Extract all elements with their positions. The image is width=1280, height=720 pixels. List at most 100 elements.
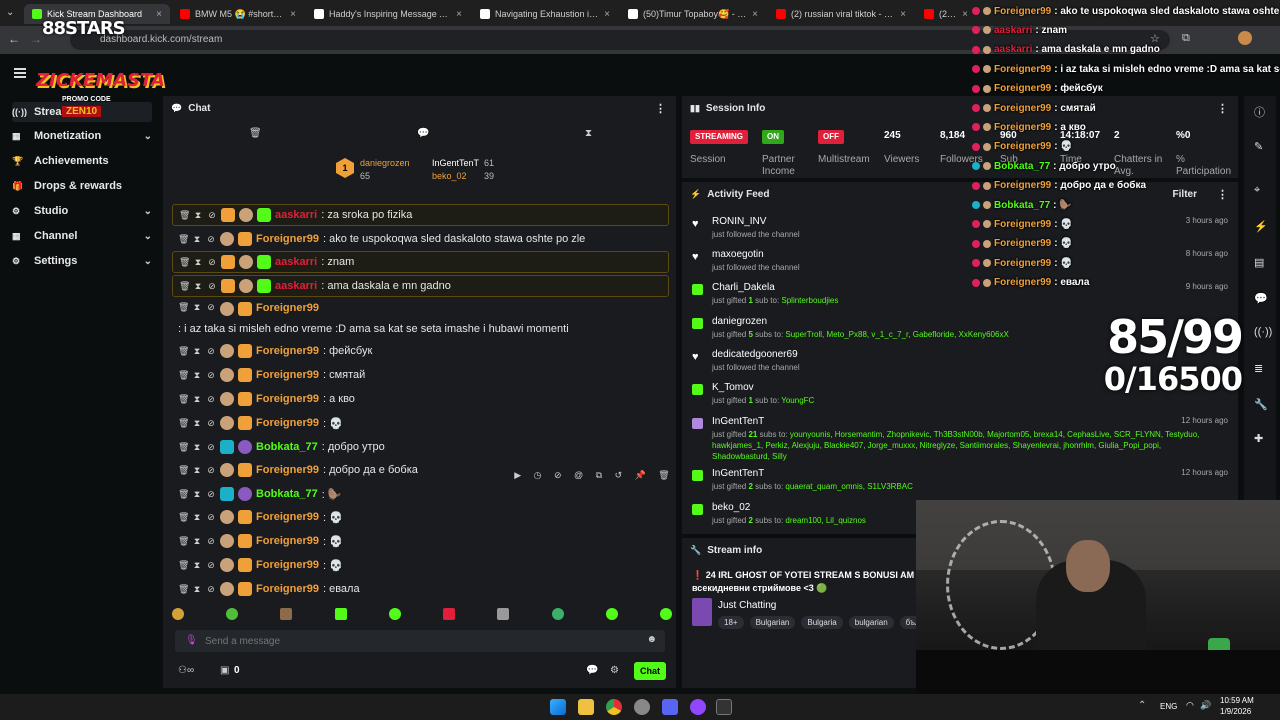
- delete-message-icon[interactable]: 🗑: [178, 370, 189, 380]
- feed-username[interactable]: RONIN_INV: [712, 216, 766, 227]
- activity-feed-item[interactable]: ♥ maxoegotin just followed the channel 8 ho…: [688, 249, 1228, 279]
- layers-icon[interactable]: ▤: [1254, 256, 1264, 269]
- chat-message[interactable]: 🗑 ⧗ ⊘ Foreigner99: 💀: [172, 530, 669, 552]
- clock-icon[interactable]: ◷: [534, 470, 542, 481]
- chat-message[interactable]: 🗑 ⧗ ⊘ aaskarri: ama daskala e mn gadno: [172, 275, 669, 297]
- activity-feed-item[interactable]: InGentTenT just gifted 2 subs to: quaerat…: [688, 468, 1228, 498]
- ban-icon[interactable]: ⊘: [206, 302, 216, 312]
- sidebar-item-monetization[interactable]: ▦ Monetization ⌄: [12, 126, 152, 146]
- ban-icon[interactable]: ⊘: [206, 512, 216, 522]
- ban-icon[interactable]: ⊘: [206, 394, 216, 404]
- chat-username[interactable]: Foreigner99: [256, 302, 319, 314]
- tab-close-icon[interactable]: ×: [290, 9, 296, 20]
- bolt-icon[interactable]: ⚡: [1254, 220, 1268, 233]
- chat-message[interactable]: 🗑 ⧗ ⊘ Bobkata_77: добро утро: [172, 436, 669, 458]
- stack-icon[interactable]: ≣: [1254, 362, 1263, 375]
- timeout-icon[interactable]: ⧗: [192, 442, 202, 452]
- tab-close-icon[interactable]: ×: [156, 9, 162, 20]
- chat-username[interactable]: Foreigner99: [256, 583, 319, 595]
- chat-message[interactable]: 🗑 ⧗ ⊘ Foreigner99: ako te uspokoqwa sled da…: [172, 228, 669, 250]
- delete-message-icon[interactable]: 🗑: [178, 512, 189, 522]
- profile-avatar[interactable]: [1238, 31, 1252, 45]
- delete-message-icon[interactable]: 🗑: [178, 418, 189, 428]
- back-icon[interactable]: ←: [8, 32, 20, 46]
- community-icon[interactable]: ⚇∞: [178, 665, 194, 676]
- chrome-icon[interactable]: [606, 699, 622, 715]
- discord-icon[interactable]: [662, 699, 678, 715]
- timeout-icon[interactable]: ⧗: [192, 394, 202, 404]
- timeout-icon[interactable]: ⧗: [192, 302, 202, 312]
- ban-icon[interactable]: ⊘: [206, 584, 216, 594]
- tab-close-icon[interactable]: ×: [962, 9, 968, 20]
- ban-icon[interactable]: ⊘: [206, 346, 216, 356]
- timeout-icon[interactable]: ⧗: [192, 418, 202, 428]
- unban-icon[interactable]: ⊘: [554, 470, 562, 481]
- sidebar-item-settings[interactable]: ⚙ Settings ⌄: [12, 251, 152, 271]
- tab-close-icon[interactable]: ×: [604, 9, 610, 20]
- clock-time[interactable]: 10:59 AM: [1220, 696, 1254, 705]
- emote-icon[interactable]: [388, 608, 401, 620]
- emote-icon[interactable]: [226, 608, 239, 620]
- play-icon[interactable]: ▶: [514, 470, 521, 481]
- delete-message-icon[interactable]: 🗑: [178, 442, 189, 452]
- chat-username[interactable]: Foreigner99: [256, 393, 319, 405]
- sidebar-item-studio[interactable]: ⚙ Studio ⌄: [12, 201, 152, 221]
- browser-tab[interactable]: (2) СВЕТА ×: [916, 4, 976, 24]
- ban-icon[interactable]: ⊘: [206, 489, 216, 499]
- chat-message[interactable]: 🗑 ⧗ ⊘ Foreigner99: фейсбук: [172, 340, 669, 362]
- wifi-icon[interactable]: ◠: [1186, 700, 1194, 711]
- chat-message[interactable]: 🗑 ⧗ ⊘ aaskarri: znam: [172, 251, 669, 273]
- broadcast-rail-icon[interactable]: ((·)): [1254, 326, 1272, 338]
- clock-date[interactable]: 1/9/2026: [1220, 707, 1251, 716]
- chat-message[interactable]: 🗑 ⧗ ⊘ Foreigner99: 💀: [172, 554, 669, 576]
- emote-icon[interactable]: [605, 608, 618, 620]
- feed-more-icon[interactable]: ⋮: [1217, 188, 1228, 201]
- browser-tab[interactable]: (2) russian viral tiktok - YouTub ×: [768, 4, 914, 24]
- emote-icon[interactable]: [497, 608, 510, 620]
- delete-message-icon[interactable]: 🗑: [179, 281, 190, 291]
- emote-icon[interactable]: [551, 608, 564, 620]
- feed-username[interactable]: K_Tomov: [712, 382, 754, 393]
- timeout-icon[interactable]: ⧗: [193, 257, 203, 267]
- chat-username[interactable]: Foreigner99: [256, 464, 319, 476]
- chat-username[interactable]: aaskarri: [275, 280, 317, 292]
- chat-message[interactable]: 🗑 ⧗ ⊘ Bobkata_77: 🦫: [172, 483, 669, 505]
- timeout-icon[interactable]: ⧗: [192, 536, 202, 546]
- delete-message-icon[interactable]: 🗑: [179, 210, 190, 220]
- pin-icon[interactable]: 📌: [635, 470, 646, 481]
- delete-message-icon[interactable]: 🗑: [178, 536, 189, 546]
- ban-icon[interactable]: ⊘: [207, 281, 217, 291]
- twitch-icon[interactable]: [690, 699, 706, 715]
- ban-icon[interactable]: ⊘: [206, 536, 216, 546]
- chat-more-icon[interactable]: ⋮: [655, 102, 666, 115]
- tab-close-icon[interactable]: ×: [900, 9, 906, 20]
- stream-tag[interactable]: 18+: [718, 616, 744, 629]
- delete-message-icon[interactable]: 🗑: [178, 584, 189, 594]
- activity-feed-item[interactable]: ♥ RONIN_INV just followed the channel 3 hou…: [688, 216, 1228, 246]
- stream-tag[interactable]: Bulgaria: [801, 616, 843, 629]
- timeout-icon[interactable]: ⧗: [192, 512, 202, 522]
- timeout-icon[interactable]: ⧗: [192, 584, 202, 594]
- puzzle-icon[interactable]: ✚: [1254, 432, 1263, 445]
- ban-icon[interactable]: ⊘: [206, 560, 216, 570]
- chat-message[interactable]: 🗑 ⧗ ⊘ Foreigner99: смятай: [172, 364, 669, 386]
- chat-message[interactable]: 🗑 ⧗ ⊘ Foreigner99: а кво: [172, 388, 669, 410]
- info-icon[interactable]: ⓘ: [1254, 104, 1265, 120]
- ban-icon[interactable]: ⊘: [207, 257, 217, 267]
- chevron-down-icon[interactable]: ⌄: [144, 256, 152, 267]
- sidebar-item-drops-rewards[interactable]: 🎁 Drops & rewards: [12, 176, 152, 196]
- feed-username[interactable]: InGentTenT: [712, 468, 764, 479]
- app-icon[interactable]: [634, 699, 650, 715]
- stream-category[interactable]: Just Chatting: [718, 600, 776, 611]
- ban-icon[interactable]: ⊘: [206, 465, 216, 475]
- session-more-icon[interactable]: ⋮: [1217, 102, 1228, 115]
- emote-icon[interactable]: [172, 608, 184, 620]
- feed-username[interactable]: dedicatedgooner69: [712, 349, 798, 360]
- chat-settings-gear-icon[interactable]: ⚙: [610, 665, 619, 676]
- terminal-icon[interactable]: [716, 699, 732, 715]
- chat-message[interactable]: 🗑 ⧗ ⊘ Foreigner99: 💀: [172, 412, 669, 434]
- sidebar-item-channel[interactable]: ▦ Channel ⌄: [12, 226, 152, 246]
- chat-username[interactable]: aaskarri: [275, 209, 317, 221]
- undo-icon[interactable]: ↺: [615, 470, 623, 481]
- tool-icon[interactable]: 🔧: [1254, 398, 1268, 411]
